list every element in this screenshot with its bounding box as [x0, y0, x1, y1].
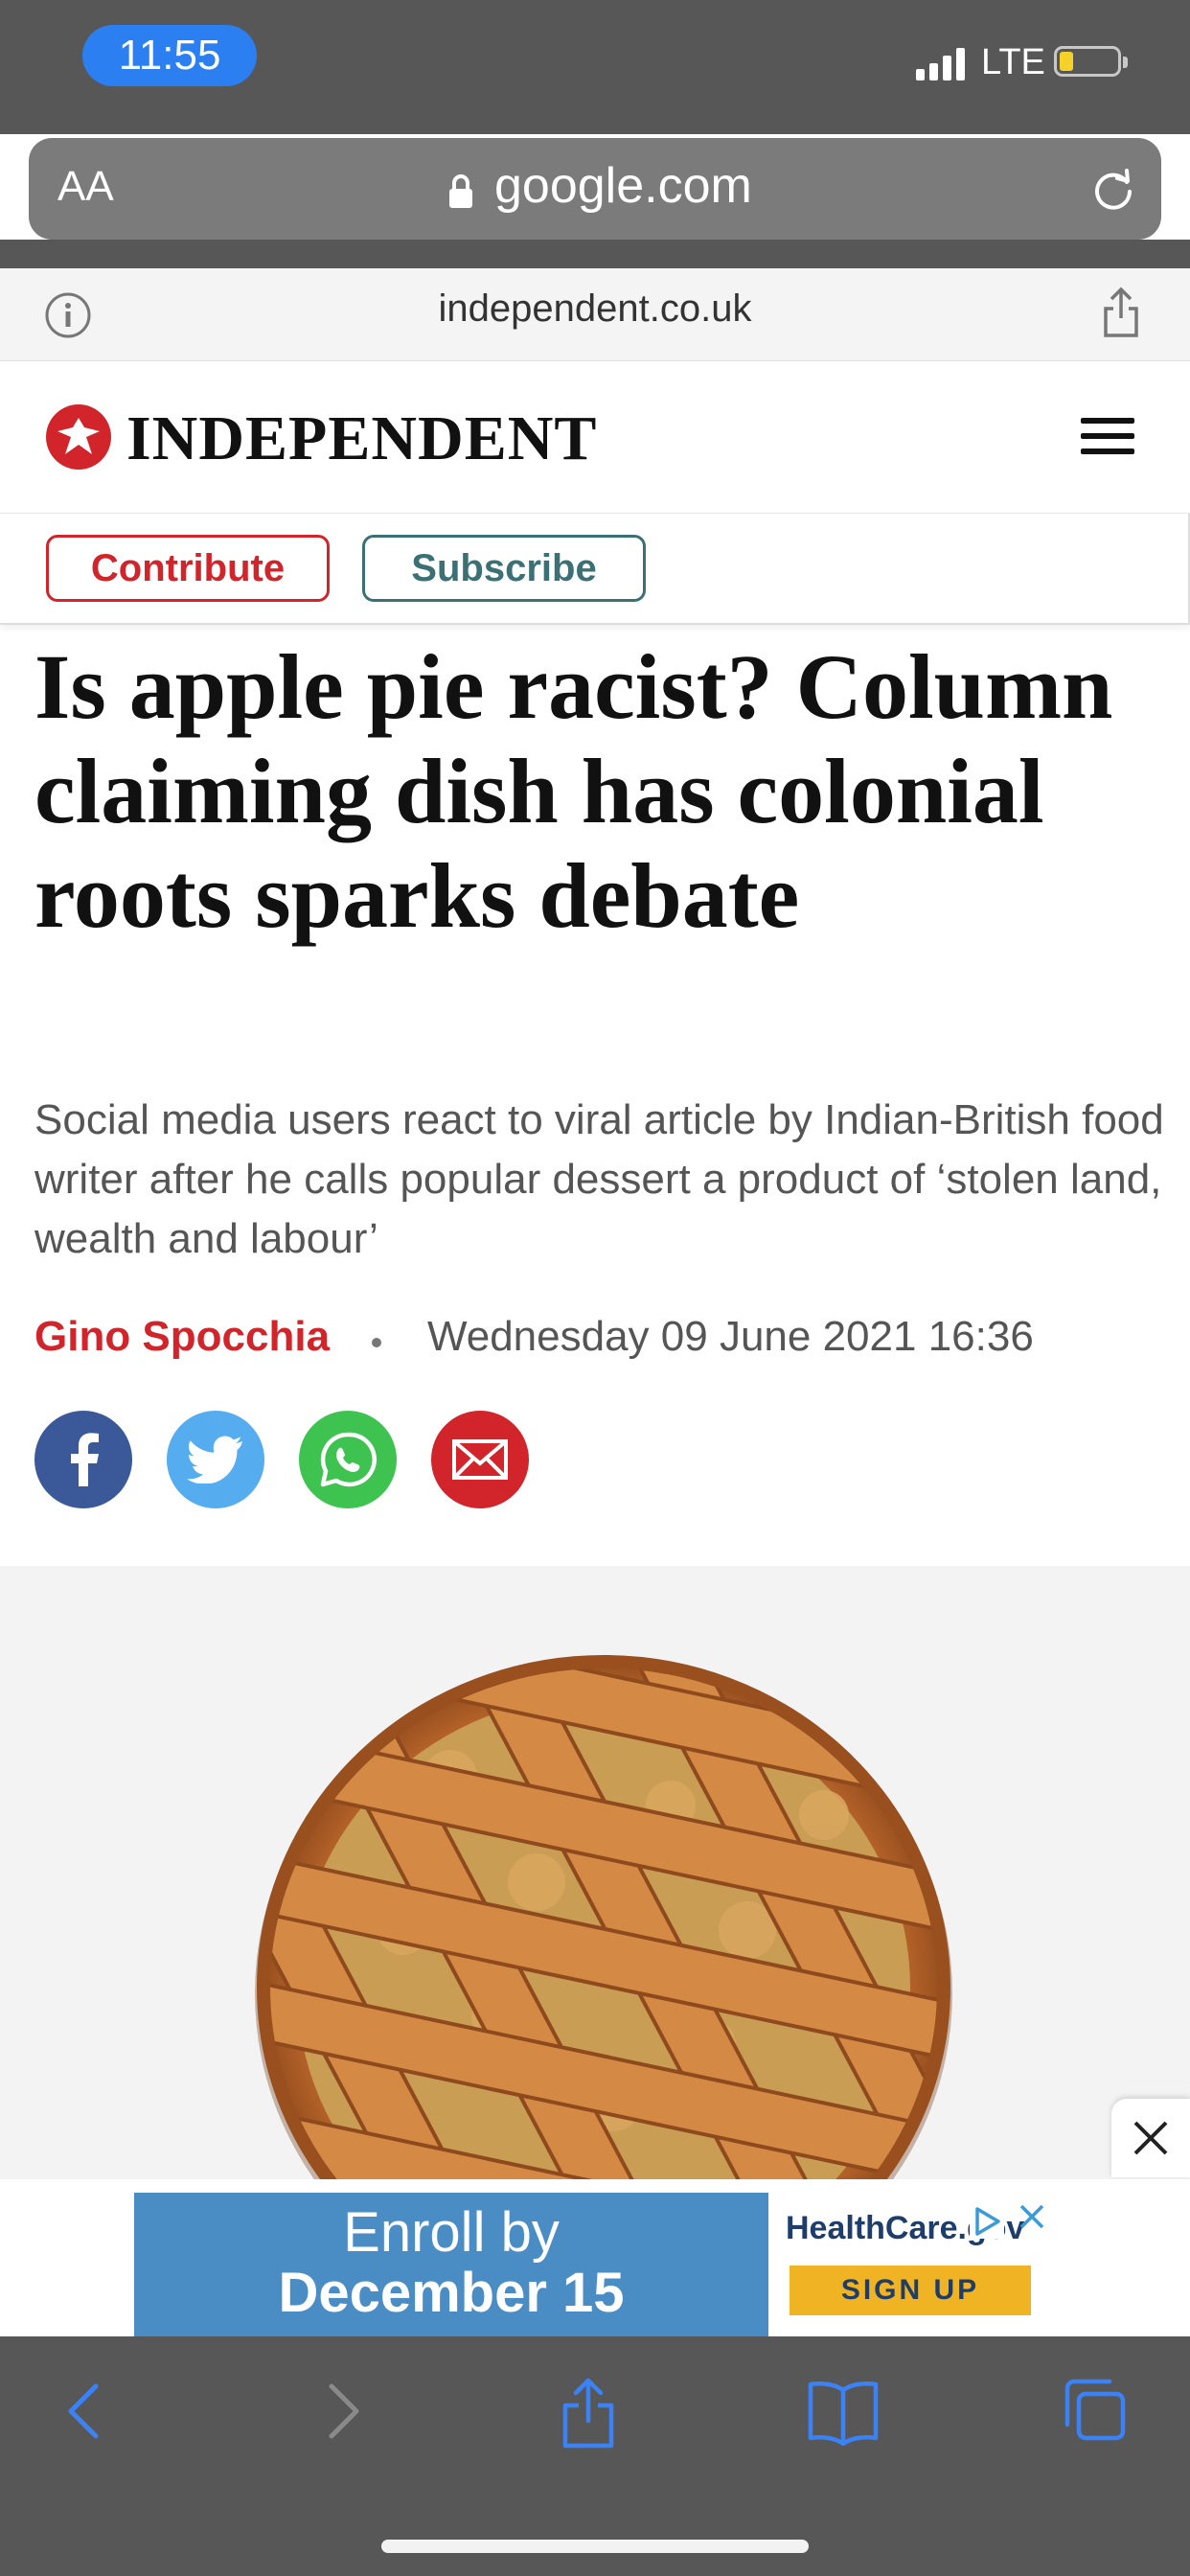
close-icon [1133, 2121, 1168, 2155]
whatsapp-icon [320, 1432, 377, 1487]
url-text[interactable]: google.com [494, 157, 752, 215]
adchoices-icon[interactable] [970, 2204, 1004, 2243]
hero-image [0, 1566, 1190, 2179]
reload-icon[interactable] [1088, 165, 1138, 219]
email-share-button[interactable] [431, 1411, 529, 1508]
battery-icon [1054, 46, 1128, 77]
byline-separator [372, 1338, 381, 1347]
ad-message[interactable]: Enroll by December 15 [134, 2193, 768, 2336]
status-time: 11:55 [82, 25, 257, 86]
ad-signup-button[interactable]: SIGN UP [790, 2266, 1031, 2315]
apple-pie-image [0, 1566, 1190, 2179]
subscribe-button[interactable]: Subscribe [362, 535, 646, 602]
site-domain: independent.co.uk [438, 288, 752, 330]
network-type: LTE [981, 42, 1045, 82]
facebook-share-button[interactable] [34, 1411, 132, 1508]
article-standfirst: Social media users react to viral articl… [34, 1096, 1164, 1262]
email-icon [452, 1439, 508, 1480]
facebook-icon [71, 1433, 99, 1486]
ad-line-1: Enroll by [343, 2201, 560, 2264]
site-logo[interactable]: INDEPENDENT [126, 402, 597, 475]
share-icon[interactable] [1100, 286, 1142, 344]
share-icon[interactable] [558, 2377, 619, 2454]
ad-close-icon[interactable] [1018, 2202, 1046, 2236]
tabs-icon[interactable] [1062, 2377, 1129, 2450]
bookmarks-icon[interactable] [807, 2377, 880, 2450]
whatsapp-share-button[interactable] [299, 1411, 397, 1508]
text-size-button[interactable]: AA [57, 163, 114, 211]
back-icon[interactable] [57, 2377, 111, 2450]
eagle-logo-icon[interactable] [44, 402, 113, 476]
publish-date: Wednesday 09 June 2021 16:36 [427, 1313, 1034, 1360]
author-link[interactable]: Gino Spocchia [34, 1313, 330, 1361]
forward-icon[interactable] [316, 2377, 370, 2450]
signal-icon [916, 44, 965, 80]
ad-line-2: December 15 [278, 2262, 625, 2324]
ad-collapse-button[interactable] [1111, 2099, 1190, 2177]
contribute-button[interactable]: Contribute [46, 535, 330, 602]
twitter-icon [187, 1436, 242, 1484]
twitter-share-button[interactable] [167, 1411, 264, 1508]
home-indicator[interactable] [381, 2540, 809, 2553]
article-headline: Is apple pie racist? Column claiming dis… [34, 635, 1113, 947]
browser-chrome [0, 240, 1190, 268]
lock-icon [446, 172, 475, 216]
text-size-label: AA [57, 163, 114, 210]
hamburger-menu-icon[interactable] [1081, 418, 1134, 464]
